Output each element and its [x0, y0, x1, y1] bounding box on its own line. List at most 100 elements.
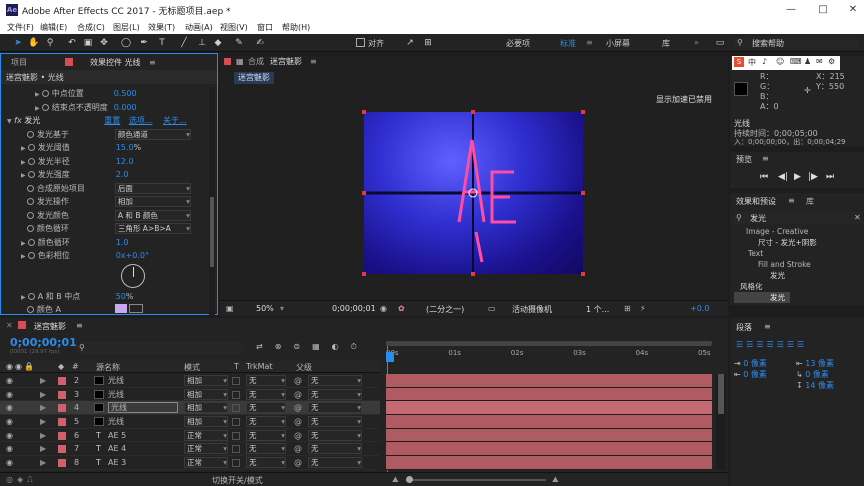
workspace-panel-icon[interactable]: ▭	[714, 37, 726, 49]
stopwatch-icon[interactable]	[28, 292, 36, 300]
expand-layer-icon[interactable]: ▶	[40, 442, 46, 456]
indent-left[interactable]: 0 像素	[743, 359, 767, 368]
menu-view[interactable]: 视图(V)	[220, 22, 248, 33]
property-value[interactable]: 12.0	[116, 157, 134, 166]
trkmat-select[interactable]: 无 ▾	[246, 416, 286, 428]
tree-item[interactable]: Fill and Stroke	[734, 259, 817, 270]
ime-emoji-icon[interactable]: ☺	[776, 57, 784, 66]
prev-frame-icon[interactable]: ◀|	[778, 172, 788, 182]
layer-label-color[interactable]	[58, 459, 66, 468]
layer-label-color[interactable]	[58, 390, 66, 399]
col-source-name[interactable]: 源名称	[96, 362, 120, 373]
fast-preview-icon[interactable]: ⚡	[640, 304, 646, 313]
layer-duration-bar[interactable]	[386, 415, 712, 429]
snap-grid-icon[interactable]: ⊞	[422, 37, 434, 49]
align-buttons[interactable]: ☰☰☰☰☰☰☰	[736, 340, 807, 349]
resolution-select[interactable]: (二分之一)	[426, 304, 464, 315]
layer-duration-bar[interactable]	[386, 401, 712, 416]
ime-mode[interactable]: 中	[748, 57, 756, 68]
blend-mode-select[interactable]: 相加 ▾	[184, 402, 228, 414]
snapshot-icon[interactable]: ◉	[380, 304, 387, 313]
menu-composition[interactable]: 合成(C)	[77, 22, 105, 33]
grid-icon[interactable]: ⊞	[624, 304, 631, 313]
panel-menu-icon[interactable]: ≡	[764, 322, 771, 331]
stopwatch-icon[interactable]	[42, 103, 50, 111]
blend-mode-select[interactable]: 正常 ▾	[184, 429, 228, 441]
layer-duration-bar[interactable]	[386, 442, 712, 457]
layer-row[interactable]: ◉ ▶ 3 光线 相加 ▾ 无 ▾ @ 无 ▾	[0, 388, 380, 402]
preserve-transparency-checkbox[interactable]	[232, 459, 240, 468]
toggle-switches-label[interactable]: 切换开关/模式	[212, 475, 263, 486]
workspace-menu-icon[interactable]: ≡	[586, 38, 593, 47]
comp-viewer-canvas[interactable]	[364, 112, 583, 274]
lock-icon[interactable]	[65, 58, 73, 66]
layer-name[interactable]: AE 4	[108, 442, 126, 456]
col-t[interactable]: T	[234, 362, 239, 371]
parent-pickwhip-icon[interactable]: @	[294, 415, 302, 429]
layer-name[interactable]: AE 5	[108, 429, 126, 443]
parent-select[interactable]: 无 ▾	[308, 429, 362, 441]
pen-tool-icon[interactable]: ✒	[138, 37, 150, 49]
visibility-icon[interactable]: ◉	[6, 456, 13, 470]
layer-label-color[interactable]	[58, 431, 66, 440]
tree-item-selected[interactable]: 发光	[734, 292, 790, 303]
property-value[interactable]: 0x+0.0°	[116, 251, 149, 260]
exposure-value[interactable]: +0.0	[690, 304, 709, 313]
midpoint-value[interactable]: 0.500	[114, 89, 137, 98]
layer-name[interactable]: 光线	[108, 388, 124, 402]
zoom-in-icon[interactable]: ⛰	[552, 475, 559, 485]
property-dropdown[interactable]: 后面 ▾	[114, 182, 191, 194]
indent-right[interactable]: 13 像素	[805, 359, 834, 368]
comp-tab-name[interactable]: 迷宫魅影	[270, 56, 302, 68]
layer-label-color[interactable]	[58, 418, 66, 427]
expand-icon[interactable]	[21, 199, 25, 206]
type-tool-icon[interactable]: T	[156, 37, 168, 49]
stopwatch-icon[interactable]	[28, 171, 36, 178]
zoom-select[interactable]: 50%	[256, 304, 274, 313]
panel-menu-icon[interactable]: ≡	[762, 154, 769, 163]
menu-effect[interactable]: 效果(T)	[148, 22, 175, 33]
layer-duration-bar[interactable]	[386, 387, 712, 402]
workspace-small-screen[interactable]: 小屏幕	[606, 38, 630, 49]
col-mode[interactable]: 模式	[184, 362, 200, 373]
panel-menu-icon[interactable]: ≡	[76, 321, 83, 330]
parent-select[interactable]: 无 ▾	[308, 416, 362, 428]
timeline-scrollbar[interactable]	[716, 374, 726, 470]
expand-layer-icon[interactable]: ▶	[40, 429, 46, 443]
layer-name[interactable]: 光线	[108, 374, 124, 388]
layer-name[interactable]: 光线	[108, 402, 178, 414]
time-ruler[interactable]: 00s01s02s03s04s05s	[382, 338, 716, 374]
property-value[interactable]: 2.0	[116, 170, 129, 179]
layer-name[interactable]: AE 3	[108, 456, 126, 470]
options-link[interactable]: 选项...	[129, 116, 153, 125]
expand-layer-icon[interactable]: ▶	[40, 415, 46, 429]
camera-tool-icon[interactable]: ▣	[82, 37, 94, 49]
parent-pickwhip-icon[interactable]: @	[294, 456, 302, 470]
layer-duration-bar[interactable]	[386, 428, 712, 443]
lock-icon[interactable]	[18, 321, 26, 329]
camera-select[interactable]: 活动摄像机	[512, 304, 552, 315]
property-dropdown[interactable]: A 和 B 颜色 ▾	[114, 209, 191, 221]
trkmat-select[interactable]: 无 ▾	[246, 457, 286, 469]
panel-menu-icon[interactable]: ≡	[788, 196, 795, 205]
tree-item[interactable]: Image - Creative	[734, 226, 817, 237]
layer-row[interactable]: ◉ ▶ 7 T AE 4 正常 ▾ 无 ▾ @ 无 ▾	[0, 442, 380, 457]
layer-duration-bar[interactable]	[386, 374, 712, 388]
blend-mode-select[interactable]: 相加 ▾	[184, 375, 228, 386]
menu-layer[interactable]: 图层(L)	[113, 22, 140, 33]
visibility-icon[interactable]: ◉	[6, 401, 13, 415]
ime-settings-icon[interactable]: ⚙	[828, 57, 835, 66]
property-dropdown[interactable]: 三角形 A>B>A ▾	[114, 223, 191, 234]
trkmat-select[interactable]: 无 ▾	[246, 443, 286, 455]
clear-search-icon[interactable]: ✕	[854, 213, 861, 222]
layer-row[interactable]: ◉ ▶ 5 光线 相加 ▾ 无 ▾ @ 无 ▾	[0, 415, 380, 429]
stopwatch-icon[interactable]	[28, 144, 36, 151]
snap-options-icon[interactable]: ↗	[404, 37, 416, 49]
comp-menu-icon[interactable]: ≡	[310, 56, 317, 68]
work-area-bar[interactable]	[386, 341, 712, 346]
menu-file[interactable]: 文件(F)	[7, 22, 34, 33]
parent-pickwhip-icon[interactable]: @	[294, 401, 302, 415]
hand-tool-icon[interactable]: ✋	[28, 37, 40, 49]
effects-presets-title[interactable]: 效果和预设	[736, 196, 776, 207]
col-trkmat[interactable]: TrkMat	[246, 362, 273, 371]
